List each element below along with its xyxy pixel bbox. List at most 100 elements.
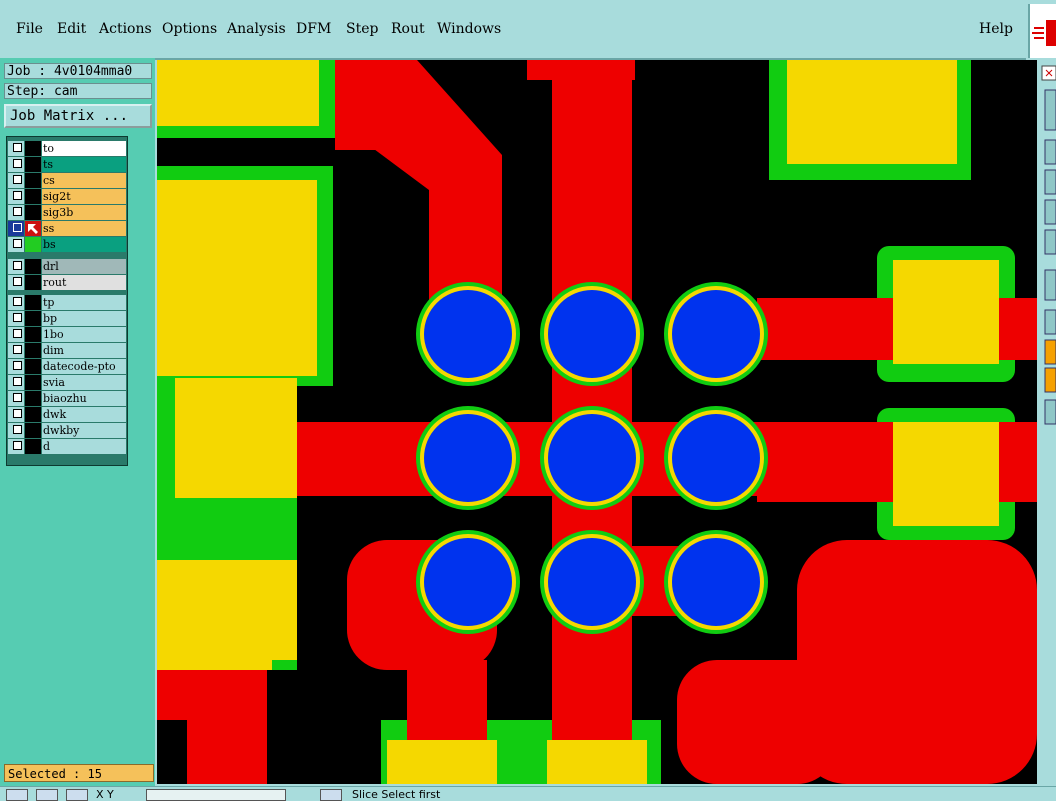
layer-checkbox[interactable]: [13, 191, 22, 200]
graphics-canvas[interactable]: [157, 60, 1037, 784]
layer-checkbox-cell: [8, 439, 24, 454]
layer-checkbox[interactable]: [13, 143, 22, 152]
layer-checkbox[interactable]: [13, 261, 22, 270]
app-logo-icon: [1028, 4, 1056, 58]
layer-color-swatch[interactable]: [25, 275, 41, 290]
layer-checkbox[interactable]: [13, 409, 22, 418]
layer-name[interactable]: datecode-pto: [42, 359, 126, 374]
work-layer-arrow-icon[interactable]: [25, 221, 41, 236]
layer-checkbox[interactable]: [13, 361, 22, 370]
layer-color-swatch[interactable]: [25, 141, 41, 156]
menu-rout[interactable]: Rout: [391, 21, 425, 37]
menu-dfm[interactable]: DFM: [296, 21, 331, 37]
layer-color-swatch[interactable]: [25, 205, 41, 220]
layer-row-biaozhu[interactable]: biaozhu: [7, 391, 127, 406]
layer-checkbox[interactable]: [13, 223, 22, 232]
layer-checkbox[interactable]: [13, 159, 22, 168]
layer-color-swatch[interactable]: [25, 407, 41, 422]
layer-color-swatch[interactable]: [25, 189, 41, 204]
layer-checkbox[interactable]: [13, 207, 22, 216]
layer-checkbox[interactable]: [13, 297, 22, 306]
layer-checkbox[interactable]: [13, 425, 22, 434]
layer-color-swatch[interactable]: [25, 237, 41, 252]
layer-color-swatch[interactable]: [25, 359, 41, 374]
layer-name[interactable]: ts: [42, 157, 126, 172]
layer-row-bp[interactable]: bp: [7, 311, 127, 326]
layer-row-bs[interactable]: bs: [7, 237, 127, 252]
layer-row-dwk[interactable]: dwk: [7, 407, 127, 422]
layer-checkbox[interactable]: [13, 393, 22, 402]
layer-color-swatch[interactable]: [25, 157, 41, 172]
layer-row-svia[interactable]: svia: [7, 375, 127, 390]
layer-color-swatch[interactable]: [25, 375, 41, 390]
status-expand-button[interactable]: [320, 789, 342, 801]
menu-options[interactable]: Options: [162, 21, 217, 37]
layer-checkbox[interactable]: [13, 377, 22, 386]
layer-row-sig2t[interactable]: sig2t: [7, 189, 127, 204]
job-matrix-button[interactable]: Job Matrix ...: [4, 104, 152, 128]
layer-row-1bo[interactable]: 1bo: [7, 327, 127, 342]
layer-name[interactable]: dwk: [42, 407, 126, 422]
layer-name[interactable]: sig3b: [42, 205, 126, 220]
layer-row-ss[interactable]: ss: [7, 221, 127, 236]
layer-row-d[interactable]: d: [7, 439, 127, 454]
pcb-view[interactable]: [157, 60, 1037, 784]
layer-name[interactable]: cs: [42, 173, 126, 188]
right-toolbar[interactable]: [1037, 60, 1056, 800]
layer-checkbox[interactable]: [13, 277, 22, 286]
layer-name[interactable]: drl: [42, 259, 126, 274]
layer-checkbox[interactable]: [13, 329, 22, 338]
layer-row-cs[interactable]: cs: [7, 173, 127, 188]
menu-actions[interactable]: Actions: [99, 21, 152, 37]
menu-help[interactable]: Help: [979, 21, 1013, 37]
layer-checkbox-cell: [8, 311, 24, 326]
layer-name[interactable]: ss: [42, 221, 126, 236]
layer-name[interactable]: to: [42, 141, 126, 156]
status-snap-button[interactable]: [66, 789, 88, 801]
status-tool-button[interactable]: [6, 789, 28, 801]
layer-row-ts[interactable]: ts: [7, 157, 127, 172]
layer-color-swatch[interactable]: [25, 173, 41, 188]
layer-name[interactable]: svia: [42, 375, 126, 390]
layer-name[interactable]: tp: [42, 295, 126, 310]
layer-checkbox[interactable]: [13, 441, 22, 450]
menu-windows[interactable]: Windows: [437, 21, 501, 37]
layer-checkbox-cell: [8, 141, 24, 156]
status-check-button[interactable]: [36, 789, 58, 801]
layer-name[interactable]: biaozhu: [42, 391, 126, 406]
layer-row-drl[interactable]: drl: [7, 259, 127, 274]
layer-color-swatch[interactable]: [25, 295, 41, 310]
layer-name[interactable]: dim: [42, 343, 126, 358]
coordinate-field[interactable]: [146, 789, 286, 801]
layer-color-swatch[interactable]: [25, 311, 41, 326]
layer-row-dwkby[interactable]: dwkby: [7, 423, 127, 438]
layer-name[interactable]: 1bo: [42, 327, 126, 342]
layer-name[interactable]: d: [42, 439, 126, 454]
layer-color-swatch[interactable]: [25, 439, 41, 454]
menu-file[interactable]: File: [16, 21, 43, 37]
layer-color-swatch[interactable]: [25, 423, 41, 438]
layer-checkbox[interactable]: [13, 239, 22, 248]
layer-color-swatch[interactable]: [25, 391, 41, 406]
layer-name[interactable]: sig2t: [42, 189, 126, 204]
menu-step[interactable]: Step: [346, 21, 378, 37]
layer-color-swatch[interactable]: [25, 327, 41, 342]
layer-name[interactable]: dwkby: [42, 423, 126, 438]
layer-name[interactable]: bs: [42, 237, 126, 252]
layer-name[interactable]: rout: [42, 275, 126, 290]
layer-checkbox[interactable]: [13, 313, 22, 322]
layer-checkbox-cell: [8, 423, 24, 438]
layer-checkbox[interactable]: [13, 345, 22, 354]
layer-color-swatch[interactable]: [25, 259, 41, 274]
layer-color-swatch[interactable]: [25, 343, 41, 358]
layer-row-sig3b[interactable]: sig3b: [7, 205, 127, 220]
layer-row-dim[interactable]: dim: [7, 343, 127, 358]
menu-analysis[interactable]: Analysis: [227, 21, 286, 37]
layer-row-tp[interactable]: tp: [7, 295, 127, 310]
menu-edit[interactable]: Edit: [57, 21, 86, 37]
layer-name[interactable]: bp: [42, 311, 126, 326]
layer-row-to[interactable]: to: [7, 141, 127, 156]
layer-row-datecode-pto[interactable]: datecode-pto: [7, 359, 127, 374]
layer-checkbox[interactable]: [13, 175, 22, 184]
layer-row-rout[interactable]: rout: [7, 275, 127, 290]
